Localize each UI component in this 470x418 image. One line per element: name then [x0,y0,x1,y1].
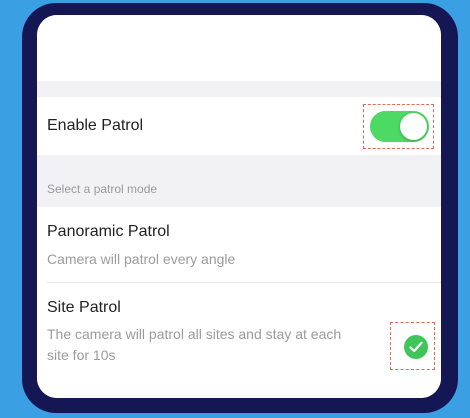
patrol-mode-section-header: Select a patrol mode [47,182,158,196]
patrol-settings-screen: Enable Patrol Select a patrol mode Panor… [37,15,441,398]
option-description: Camera will patrol every angle [47,251,236,267]
option-description-line-1: The camera will patrol all sites and sta… [47,326,342,342]
top-bar [37,15,441,81]
option-description-line-2: site for 10s [47,347,116,363]
checkmark-glyph [409,341,423,353]
toggle-knob [400,113,427,140]
enable-patrol-label: Enable Patrol [47,117,144,134]
patrol-mode-list: Panoramic Patrol Camera will patrol ever… [37,207,441,398]
enable-patrol-toggle[interactable] [370,111,429,142]
enable-patrol-row: Enable Patrol [37,97,441,155]
checkmark-circle-icon[interactable] [404,335,428,359]
panoramic-patrol-option[interactable]: Panoramic Patrol Camera will patrol ever… [37,207,441,283]
site-patrol-option[interactable]: Site Patrol The camera will patrol all s… [37,283,441,398]
option-title: Panoramic Patrol [47,223,170,240]
option-title: Site Patrol [47,299,121,316]
